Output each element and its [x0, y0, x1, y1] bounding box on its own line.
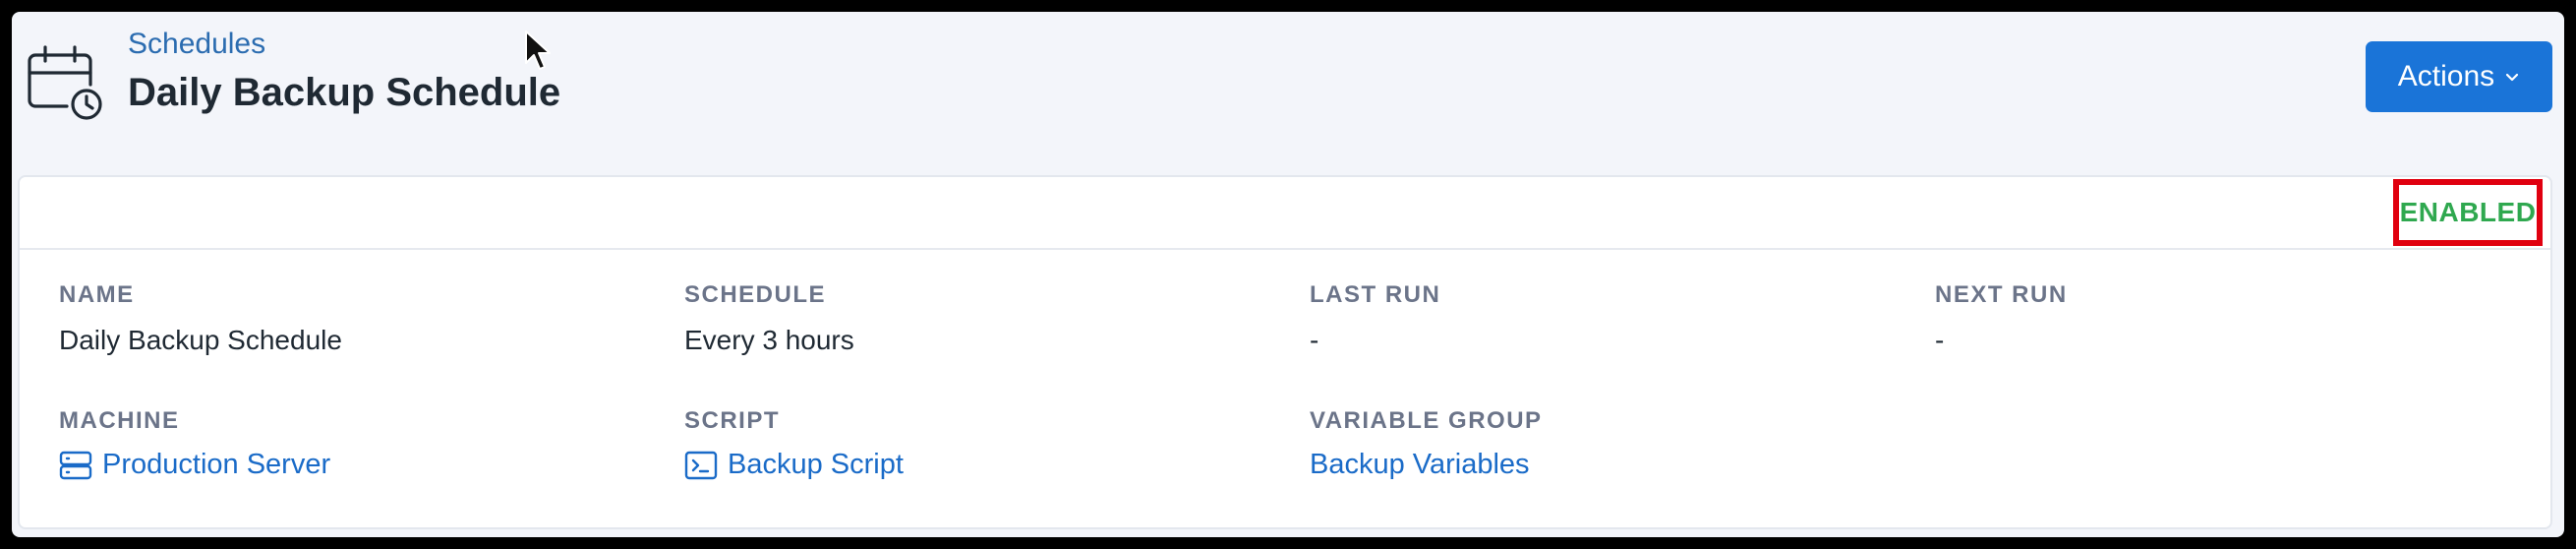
- card-toolbar: ENABLED: [20, 177, 2550, 250]
- field-name: NAME Daily Backup Schedule: [59, 281, 342, 356]
- server-icon: [59, 451, 92, 479]
- mouse-pointer-icon: [525, 30, 551, 70]
- page-header: Schedules Daily Backup Schedule Actions: [12, 12, 2564, 169]
- field-script: SCRIPT Backup Script: [684, 407, 904, 481]
- field-variable-group: VARIABLE GROUP Backup Variables: [1310, 407, 1543, 481]
- field-variable-group-label: VARIABLE GROUP: [1310, 407, 1543, 434]
- field-script-label: SCRIPT: [684, 407, 781, 434]
- field-next-run-value: -: [1935, 325, 1945, 355]
- app-window: Schedules Daily Backup Schedule Actions …: [12, 12, 2564, 537]
- actions-button[interactable]: Actions: [2366, 41, 2552, 112]
- field-schedule-value: Every 3 hours: [684, 325, 854, 355]
- page-title: Daily Backup Schedule: [128, 71, 561, 114]
- script-link-label: Backup Script: [728, 449, 904, 480]
- machine-link-label: Production Server: [102, 449, 331, 480]
- field-machine: MACHINE Production Server: [59, 407, 330, 481]
- field-schedule-label: SCHEDULE: [684, 281, 827, 308]
- terminal-icon: [684, 451, 718, 479]
- variable-group-link-label: Backup Variables: [1310, 449, 1530, 480]
- chevron-down-icon: [2506, 73, 2519, 82]
- actions-button-label: Actions: [2397, 60, 2495, 92]
- machine-link[interactable]: Production Server: [59, 449, 330, 481]
- status-badge: ENABLED: [2393, 179, 2543, 246]
- variable-group-link[interactable]: Backup Variables: [1310, 449, 1543, 481]
- script-link[interactable]: Backup Script: [684, 449, 904, 481]
- field-name-label: NAME: [59, 281, 135, 308]
- calendar-clock-icon: [28, 45, 102, 120]
- field-last-run: LAST RUN -: [1310, 281, 1440, 356]
- field-next-run-label: NEXT RUN: [1935, 281, 2068, 308]
- field-last-run-label: LAST RUN: [1310, 281, 1441, 308]
- field-name-value: Daily Backup Schedule: [59, 325, 342, 355]
- field-schedule: SCHEDULE Every 3 hours: [684, 281, 854, 356]
- field-last-run-value: -: [1310, 325, 1319, 355]
- field-next-run: NEXT RUN -: [1935, 281, 2068, 356]
- breadcrumb-schedules[interactable]: Schedules: [128, 28, 265, 61]
- field-machine-label: MACHINE: [59, 407, 180, 434]
- schedule-details-card: ENABLED NAME Daily Backup Schedule SCHED…: [18, 175, 2552, 529]
